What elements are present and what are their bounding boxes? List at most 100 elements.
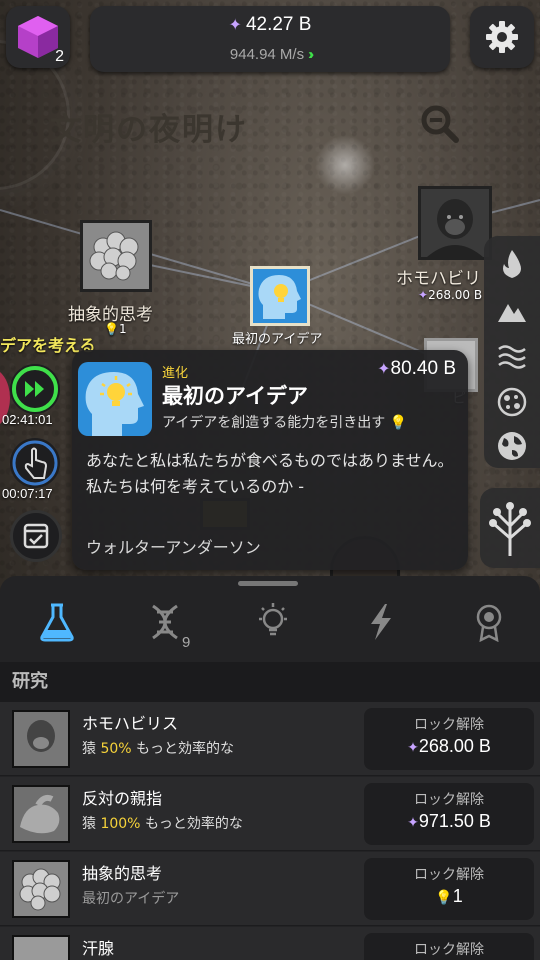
fast-forward-icon bbox=[12, 366, 58, 412]
lightning-icon bbox=[371, 604, 391, 640]
side-dock bbox=[484, 236, 540, 468]
popup-subtitle: アイデアを創造する能力を引き出す bbox=[162, 415, 386, 431]
item-desc: 最初のアイデア bbox=[82, 891, 180, 907]
unlock-price: ✦971.50 B bbox=[364, 811, 534, 832]
list-item[interactable]: ホモハビリス 猿 50% もっと効率的な ロック解除 ✦268.00 B bbox=[0, 702, 540, 776]
tab-bar: 9 bbox=[0, 594, 540, 660]
bulb-icon: 💡 bbox=[104, 322, 119, 336]
item-name: ホモハビリス bbox=[82, 714, 179, 733]
spark-icon: ✦ bbox=[418, 288, 429, 302]
list-item[interactable]: 反対の親指 猿 100% もっと効率的な ロック解除 ✦971.50 B bbox=[0, 777, 540, 851]
popup-title: 最初のアイデア bbox=[162, 384, 308, 408]
medal-icon bbox=[476, 604, 502, 642]
brain-icon bbox=[83, 223, 149, 289]
fire-icon[interactable] bbox=[496, 248, 528, 280]
spark-icon: ✦ bbox=[407, 739, 419, 755]
unlock-label: ロック解除 bbox=[414, 867, 484, 883]
currency-total: ✦ 42.27 B bbox=[90, 14, 450, 36]
price-value: 1 bbox=[452, 886, 463, 906]
spark-icon: ✦ bbox=[228, 17, 242, 34]
list-item[interactable]: 抽象的思考 最初のアイデア ロック解除 💡1 bbox=[0, 852, 540, 926]
item-percent: 50% bbox=[100, 741, 132, 757]
settings-button[interactable] bbox=[470, 6, 534, 68]
globe-icon[interactable] bbox=[496, 430, 528, 462]
calendar-icon bbox=[23, 523, 49, 549]
tab-dna[interactable]: 9 bbox=[110, 594, 218, 660]
tab-achievements[interactable] bbox=[434, 594, 540, 660]
popup-category: 進化 bbox=[162, 366, 189, 381]
zoom-out-icon[interactable] bbox=[420, 104, 460, 144]
tab-research[interactable] bbox=[2, 594, 110, 660]
tech-tree-button[interactable] bbox=[480, 488, 540, 568]
price-value: 268.00 B bbox=[418, 736, 491, 756]
bulb-icon bbox=[259, 603, 287, 636]
tab-power[interactable] bbox=[326, 594, 434, 660]
currency-panel[interactable]: ✦ 42.27 B 944.94 M/s ›› bbox=[90, 6, 450, 72]
dna-icon bbox=[152, 604, 178, 640]
item-effect: もっと効率的な bbox=[136, 741, 235, 757]
homo-habilis-price: ✦268.00 B bbox=[418, 288, 482, 302]
bulb-count: 1 bbox=[118, 322, 127, 336]
bottom-panel: 9 研究 ホモハビリス 猿 50% もっと効率的な ロック解除 ✦268.00 … bbox=[0, 576, 540, 960]
tap-bonus-button[interactable] bbox=[10, 438, 60, 488]
item-keyword: 猿 bbox=[82, 741, 96, 757]
sweat-thumbnail bbox=[12, 935, 70, 960]
unlock-button[interactable]: ロック解除 bbox=[364, 933, 534, 960]
unlock-label: ロック解除 bbox=[414, 792, 484, 808]
unlock-button[interactable]: ロック解除 💡1 bbox=[364, 858, 534, 920]
item-desc: 猿 50% もっと効率的な bbox=[82, 738, 234, 758]
popup-cost: ✦80.40 B bbox=[377, 358, 456, 380]
list-item[interactable]: 汗腺 ロック解除 bbox=[0, 927, 540, 960]
homo-habilis-node[interactable] bbox=[418, 186, 492, 260]
section-title: 研究 bbox=[0, 662, 540, 702]
dna-count: 9 bbox=[182, 634, 191, 651]
brain-thumbnail bbox=[12, 860, 70, 918]
ape-thumbnail bbox=[12, 710, 70, 768]
water-icon[interactable] bbox=[496, 340, 528, 372]
tap-hand-icon bbox=[12, 440, 58, 486]
item-percent: 100% bbox=[100, 816, 141, 832]
cube-count: 2 bbox=[55, 48, 64, 65]
microbe-icon[interactable] bbox=[496, 386, 528, 418]
ape-icon bbox=[421, 189, 489, 257]
flask-icon bbox=[40, 603, 74, 642]
tree-icon bbox=[489, 502, 531, 556]
popup-author: ウォルターアンダーソン bbox=[86, 538, 261, 557]
calendar-button[interactable] bbox=[10, 510, 62, 562]
item-name: 汗腺 bbox=[82, 939, 115, 958]
item-desc: 猿 100% もっと効率的な bbox=[82, 813, 243, 833]
research-popup: 進化 最初のアイデア アイデアを創造する能力を引き出す 💡 ✦80.40 B あ… bbox=[72, 350, 468, 570]
popup-cost-value: 80.40 B bbox=[390, 358, 457, 379]
unlock-label: ロック解除 bbox=[414, 942, 484, 958]
speed-boost-button[interactable] bbox=[10, 364, 60, 414]
item-effect: もっと効率的な bbox=[144, 816, 243, 832]
spark-icon: ✦ bbox=[407, 814, 419, 830]
item-name: 反対の親指 bbox=[82, 789, 163, 808]
unlock-button[interactable]: ロック解除 ✦268.00 B bbox=[364, 708, 534, 770]
tab-ideas[interactable] bbox=[218, 594, 326, 660]
cube-button[interactable]: 2 bbox=[6, 6, 70, 68]
double-chevron-icon: ›› bbox=[308, 46, 314, 63]
currency-rate: 944.94 M/s bbox=[229, 46, 305, 63]
homo-price-value: 268.00 B bbox=[428, 288, 483, 302]
mountain-icon[interactable] bbox=[496, 294, 528, 326]
item-keyword: 猿 bbox=[82, 816, 96, 832]
hand-icon bbox=[14, 787, 68, 841]
unlock-button[interactable]: ロック解除 ✦971.50 B bbox=[364, 783, 534, 845]
idea-head-icon bbox=[85, 372, 144, 436]
idea-head-icon bbox=[258, 275, 301, 319]
unlock-price: 💡1 bbox=[364, 886, 534, 907]
spark-icon: ✦ bbox=[377, 361, 391, 378]
currency-value: 42.27 B bbox=[245, 14, 312, 35]
brain-icon bbox=[14, 862, 68, 916]
bulb-icon: 💡 bbox=[385, 415, 408, 431]
abstract-thinking-node[interactable] bbox=[80, 220, 152, 292]
era-title: 文明の夜明け bbox=[50, 112, 248, 148]
bulb-icon: 💡 bbox=[435, 889, 453, 905]
currency-rate-line: 944.94 M/s ›› bbox=[90, 46, 450, 63]
thumb-thumbnail bbox=[12, 785, 70, 843]
boost-timer: 02:41:01 bbox=[2, 412, 53, 427]
drag-handle[interactable] bbox=[238, 581, 298, 586]
gear-icon bbox=[486, 21, 518, 53]
first-idea-node[interactable] bbox=[250, 266, 310, 326]
